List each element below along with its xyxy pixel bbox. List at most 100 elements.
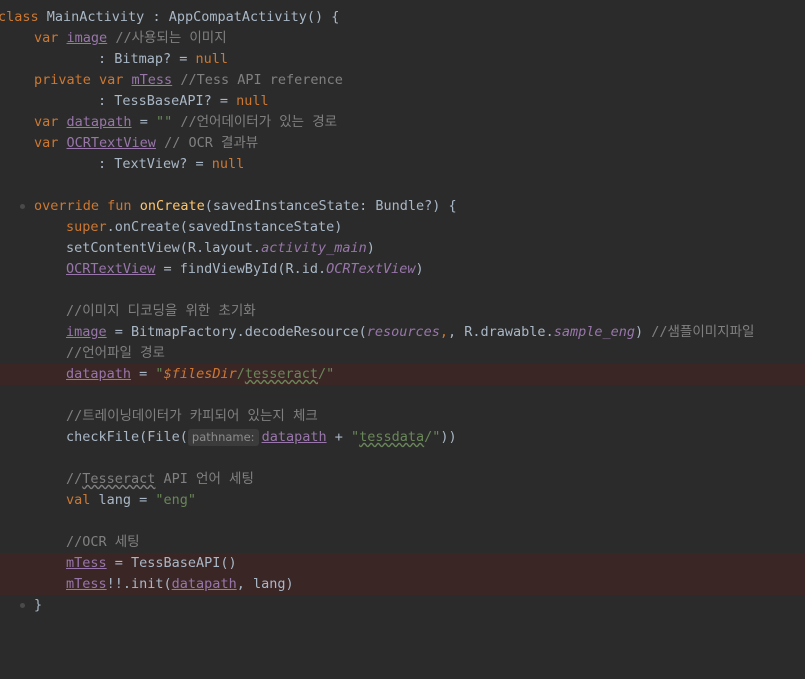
keyword: override fun xyxy=(34,198,132,214)
resource-ref: sample_eng xyxy=(553,324,635,340)
field-name: mTess xyxy=(66,555,107,571)
field-name: mTess xyxy=(66,576,107,592)
code-text: : Bitmap? = xyxy=(98,51,196,67)
operator: = xyxy=(131,366,156,382)
operator: + xyxy=(326,429,351,445)
string-literal: "" xyxy=(155,114,173,130)
field-name: OCRTextView xyxy=(66,261,156,277)
code-text: = BitmapFactory.decodeResource( xyxy=(106,324,367,340)
code-rest: () { xyxy=(306,9,340,25)
operator: = xyxy=(131,114,156,130)
code-text: lang = xyxy=(90,492,156,508)
resource-ref: resources xyxy=(366,324,440,340)
comment: //언어파일 경로 xyxy=(66,345,165,361)
comment: // xyxy=(66,471,83,487)
code-text: )) xyxy=(440,429,457,445)
field-name: datapath xyxy=(171,576,237,592)
code-line-6[interactable]: var datapath = "" //언어데이터가 있는 경로 xyxy=(0,112,805,133)
code-line-24[interactable]: val lang = "eng" xyxy=(0,490,805,511)
code-text: ) xyxy=(366,240,375,256)
code-text: = TessBaseAPI() xyxy=(106,555,237,571)
closing-brace: } xyxy=(34,597,43,613)
keyword: class xyxy=(0,9,39,25)
field-name: mTess xyxy=(131,72,173,88)
code-line-15[interactable]: //이미지 디코딩을 위한 초기화 xyxy=(0,301,805,322)
resource-ref: activity_main xyxy=(261,240,367,256)
code-rest: .onCreate(savedInstanceState) xyxy=(106,219,343,235)
string-literal: tessdata xyxy=(359,429,425,445)
field-name: image xyxy=(66,324,107,340)
keyword: private var xyxy=(34,72,124,88)
string-literal: " xyxy=(155,366,164,382)
keyword: null xyxy=(236,93,269,109)
code-text: , lang) xyxy=(236,576,294,592)
code-line-10[interactable]: override fun onCreate(savedInstanceState… xyxy=(0,196,805,217)
code-line-12[interactable]: setContentView(R.layout.activity_main) xyxy=(0,238,805,259)
code-line-3[interactable]: : Bitmap? = null xyxy=(0,49,805,70)
field-name: OCRTextView xyxy=(66,135,156,151)
code-text: : TextView? = xyxy=(98,156,212,172)
code-line-17[interactable]: //언어파일 경로 xyxy=(0,343,805,364)
code-line-16[interactable]: image = BitmapFactory.decodeResource(res… xyxy=(0,322,805,343)
code-text: ) xyxy=(415,261,424,277)
code-line-7[interactable]: var OCRTextView // OCR 결과뷰 xyxy=(0,133,805,154)
code-line-11[interactable]: super.onCreate(savedInstanceState) xyxy=(0,217,805,238)
comment: //트레이닝데이터가 카피되어 있는지 체크 xyxy=(66,408,318,424)
code-editor[interactable]: class MainActivity : AppCompatActivity()… xyxy=(0,0,805,627)
code-line-28[interactable]: mTess!!.init(datapath, lang) xyxy=(0,574,805,595)
code-line-8[interactable]: : TextView? = null xyxy=(0,154,805,175)
keyword: var xyxy=(34,114,59,130)
comment: //언어데이터가 있는 경로 xyxy=(180,114,338,130)
function-name: onCreate xyxy=(139,198,205,214)
comment: //샘플이미지파일 xyxy=(651,324,755,340)
code-line-1[interactable]: class MainActivity : AppCompatActivity()… xyxy=(0,7,805,28)
comment: //OCR 세팅 xyxy=(66,534,140,550)
code-text: setContentView(R.layout. xyxy=(66,240,262,256)
keyword: null xyxy=(195,51,229,67)
code-text: , R.drawable. xyxy=(448,324,554,340)
code-line-21[interactable]: checkFile(File(pathname: datapath + "tess… xyxy=(0,427,805,448)
keyword: super xyxy=(66,219,107,235)
code-text: checkFile(File( xyxy=(66,429,188,445)
parent-class: AppCompatActivity xyxy=(168,9,307,25)
code-text: : TessBaseAPI? = xyxy=(98,93,237,109)
string-literal: "eng" xyxy=(155,492,197,508)
code-line-29[interactable]: } xyxy=(0,595,805,616)
comment: //사용되는 이미지 xyxy=(115,30,227,46)
code-line-26[interactable]: //OCR 세팅 xyxy=(0,532,805,553)
comment: Tesseract xyxy=(82,471,156,487)
code-line-18[interactable]: datapath = "$filesDir/tesseract/" xyxy=(0,364,805,385)
code-line-5[interactable]: : TessBaseAPI? = null xyxy=(0,91,805,112)
code-line-27[interactable]: mTess = TessBaseAPI() xyxy=(0,553,805,574)
field-name: datapath xyxy=(66,366,132,382)
separator: : xyxy=(144,9,169,25)
code-line-23[interactable]: //Tesseract API 언어 세팅 xyxy=(0,469,805,490)
string-literal: " xyxy=(350,429,360,445)
fold-marker-icon[interactable] xyxy=(20,196,28,209)
parameter-hint: pathname: xyxy=(187,429,259,446)
keyword: var xyxy=(34,135,59,151)
code-line-2[interactable]: var image //사용되는 이미지 xyxy=(0,28,805,49)
code-text: !!.init( xyxy=(106,576,172,592)
string-literal: tesseract xyxy=(244,366,319,382)
keyword: val xyxy=(66,492,91,508)
resource-ref: OCRTextView xyxy=(326,261,416,277)
code-text: = findViewById(R.id. xyxy=(155,261,327,277)
string-literal: /" xyxy=(318,366,335,382)
string-literal: / xyxy=(236,366,245,382)
field-name: datapath xyxy=(66,114,132,130)
code-line-20[interactable]: //트레이닝데이터가 카피되어 있는지 체크 xyxy=(0,406,805,427)
string-literal: /" xyxy=(424,429,441,445)
code-line-4[interactable]: private var mTess //Tess API reference xyxy=(0,70,805,91)
code-line-13[interactable]: OCRTextView = findViewById(R.id.OCRTextV… xyxy=(0,259,805,280)
code-text: ) xyxy=(634,324,652,340)
comment: // OCR 결과뷰 xyxy=(164,135,259,151)
fold-marker-icon[interactable] xyxy=(20,595,28,608)
template-expression: $filesDir xyxy=(163,366,237,382)
comment: //Tess API reference xyxy=(180,72,343,88)
keyword: null xyxy=(211,156,245,172)
field-name: datapath xyxy=(261,429,327,445)
class-name: MainActivity xyxy=(46,9,145,25)
comment: //이미지 디코딩을 위한 초기화 xyxy=(66,303,256,319)
keyword: var xyxy=(34,30,59,46)
